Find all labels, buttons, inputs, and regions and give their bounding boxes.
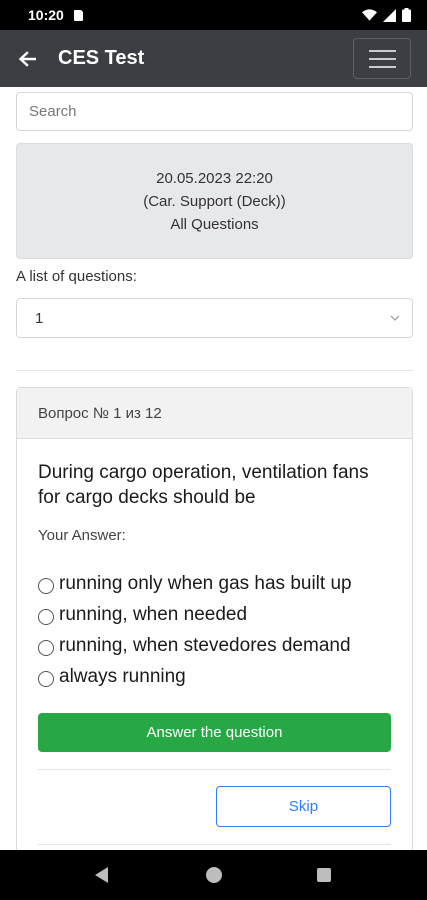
nav-recents-icon[interactable]: [317, 868, 331, 882]
main-content[interactable]: 20.05.2023 22:20 (Car. Support (Deck)) A…: [0, 87, 427, 850]
answer-option[interactable]: running only when gas has built up: [38, 568, 352, 599]
question-select[interactable]: 1: [16, 298, 413, 338]
status-bar: 10:20: [0, 0, 427, 30]
arrow-left-icon: [18, 50, 36, 67]
answer-question-button[interactable]: Answer the question: [38, 713, 391, 752]
status-time: 10:20: [28, 7, 64, 23]
radio-button[interactable]: [38, 670, 54, 687]
answer-option[interactable]: running, when needed: [38, 599, 352, 630]
answer-option[interactable]: running, when stevedores demand: [38, 630, 352, 661]
answer-option-label[interactable]: always running: [59, 666, 186, 688]
question-list-label: A list of questions:: [16, 268, 137, 285]
hamburger-menu-button[interactable]: [353, 38, 411, 79]
menu-icon-line: [368, 57, 396, 60]
app-title: CES Test: [58, 47, 145, 69]
radio-button[interactable]: [38, 639, 54, 656]
answer-option[interactable]: always running: [38, 661, 352, 692]
nav-home-icon[interactable]: [206, 867, 222, 883]
signal-icon: [383, 8, 396, 22]
radio-button[interactable]: [38, 577, 54, 594]
test-datetime: 20.05.2023 22:20: [156, 169, 273, 187]
app-bar: CES Test: [0, 30, 427, 87]
answer-options: running only when gas has built up runni…: [38, 568, 352, 692]
answer-option-label[interactable]: running, when needed: [59, 604, 247, 626]
question-text: During cargo operation, ventilation fans…: [38, 462, 369, 508]
question-counter: Вопрос № 1 из 12: [17, 388, 412, 439]
question-card: Вопрос № 1 из 12 During cargo operation,…: [16, 387, 413, 850]
system-nav-bar: [0, 850, 427, 900]
radio-button[interactable]: [38, 608, 54, 625]
status-icons: [362, 8, 411, 22]
search-input[interactable]: [16, 92, 413, 131]
skip-button[interactable]: Skip: [216, 786, 391, 827]
test-category: (Car. Support (Deck)): [143, 192, 286, 210]
divider: [38, 769, 391, 770]
answer-option-label[interactable]: running only when gas has built up: [59, 573, 352, 595]
menu-icon-line: [368, 65, 396, 68]
back-button[interactable]: [2, 30, 52, 87]
nav-back-icon[interactable]: [95, 867, 108, 883]
test-mode: All Questions: [170, 215, 259, 233]
divider: [16, 370, 413, 371]
chevron-down-icon: [390, 315, 400, 321]
your-answer-label: Your Answer:: [38, 527, 126, 544]
question-select-value: 1: [35, 309, 44, 327]
sd-card-icon: [73, 9, 83, 21]
answer-option-label[interactable]: running, when stevedores demand: [59, 635, 351, 657]
wifi-icon: [362, 9, 377, 21]
test-info-panel: 20.05.2023 22:20 (Car. Support (Deck)) A…: [16, 143, 413, 259]
divider: [38, 844, 391, 845]
battery-icon: [402, 8, 411, 22]
menu-icon-line: [368, 49, 396, 52]
